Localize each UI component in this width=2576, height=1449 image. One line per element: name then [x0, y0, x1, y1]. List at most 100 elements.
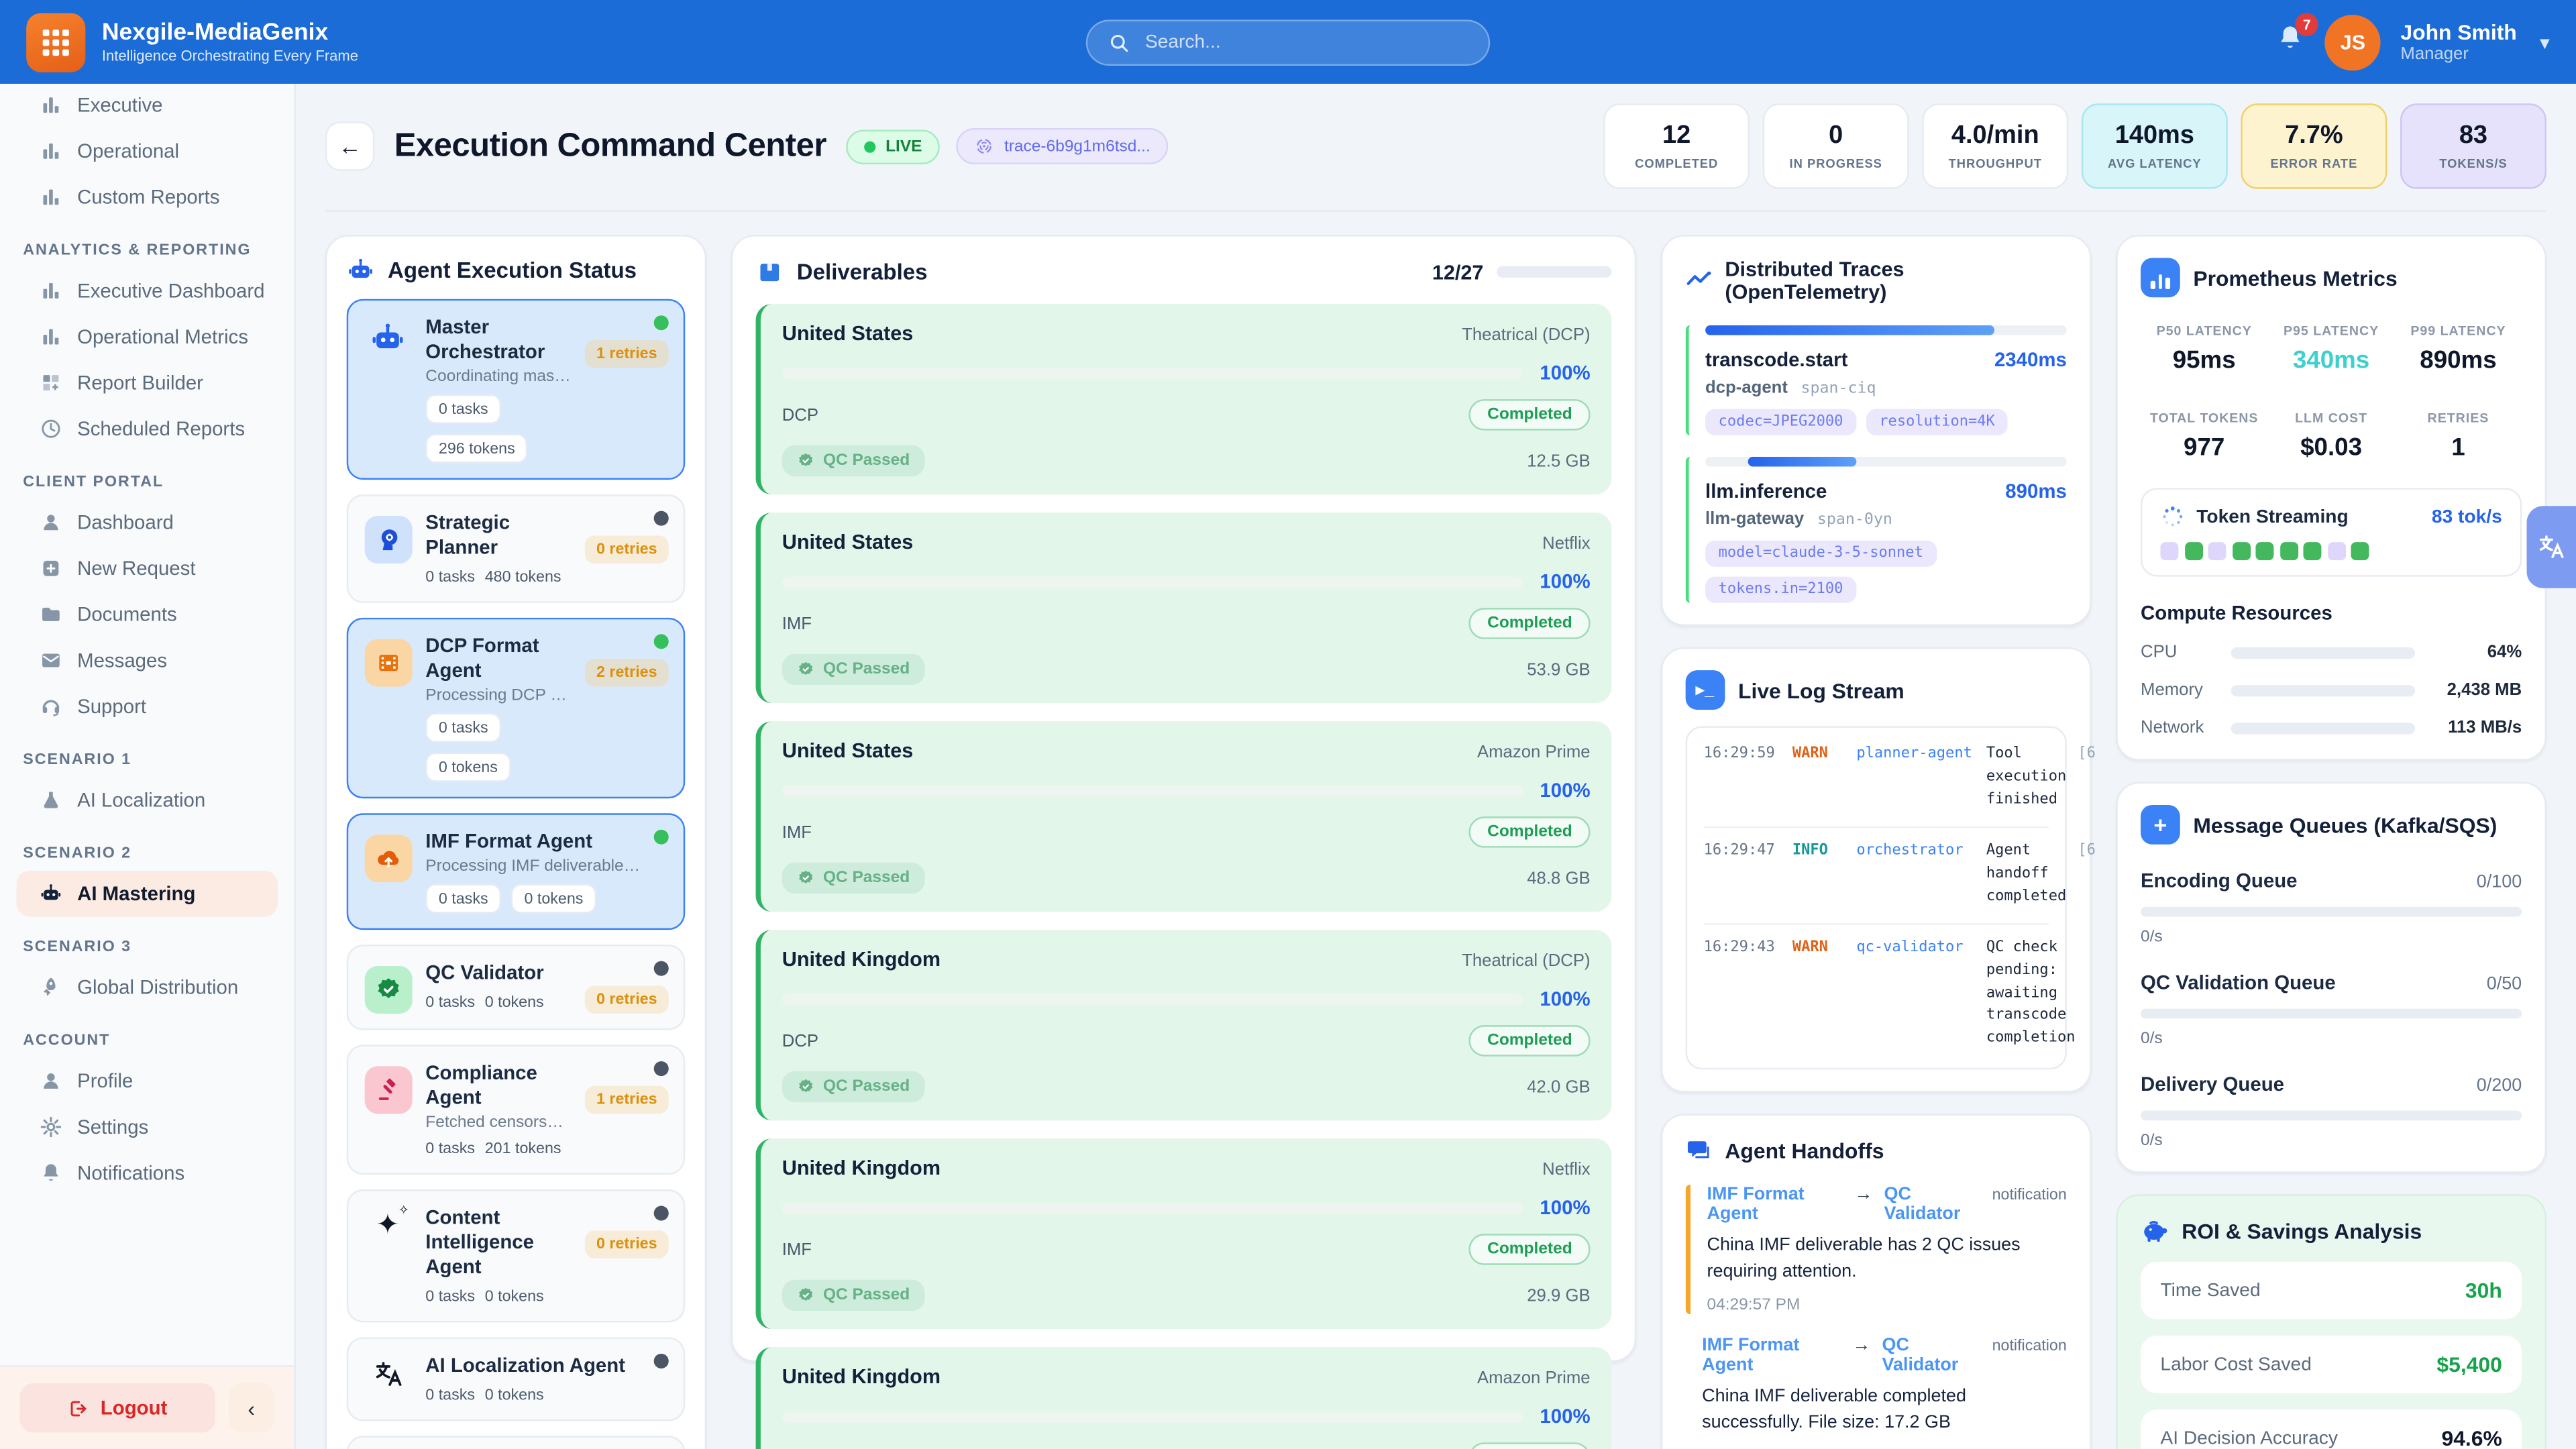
agent-tasks: 0 tasks: [425, 568, 475, 586]
live-dot-icon: [864, 140, 875, 152]
sidebar-item-dashboard[interactable]: Dashboard: [16, 499, 277, 545]
deliverable-card[interactable]: United KingdomAmazon Prime 100% IMFCompl…: [756, 1347, 1612, 1449]
deliverable-size: 53.9 GB: [1527, 659, 1590, 679]
sidebar-item-custom-reports[interactable]: Custom Reports: [16, 174, 277, 221]
robot-icon: [370, 321, 406, 357]
sidebar-item-report-builder[interactable]: Report Builder: [16, 360, 277, 406]
deliverable-region: United Kingdom: [782, 1157, 941, 1179]
sidebar-item-operational-metrics[interactable]: Operational Metrics: [16, 314, 277, 360]
sidebar-item-ai-mastering[interactable]: AI Mastering: [16, 871, 277, 917]
deliverable-card[interactable]: United StatesAmazon Prime 100% IMFComple…: [756, 721, 1612, 912]
log-message: QC check pending: awaiting transcode com…: [1986, 937, 2076, 1052]
log-list[interactable]: 16:29:59 WARN planner-agent Tool executi…: [1686, 726, 2067, 1070]
sidebar-item-operational[interactable]: Operational: [16, 128, 277, 174]
translate-widget[interactable]: [2527, 506, 2576, 588]
deliverable-region: United States: [782, 739, 914, 762]
agent-subtitle: Processing IMF deliverables...: [425, 857, 641, 875]
agent-card-dcp-format[interactable]: DCP Format Agent Processing DCP delivera…: [347, 618, 685, 798]
trace-duration: 2340ms: [1994, 348, 2067, 371]
sidebar-item-scheduled-reports[interactable]: Scheduled Reports: [16, 406, 277, 452]
roi-savings-panel: ROI & Savings Analysis Time Saved30h Lab…: [2116, 1194, 2546, 1449]
sidebar-item-label: Dashboard: [77, 511, 174, 534]
handoff-message: China IMF deliverable has 2 QC issues re…: [1707, 1234, 2066, 1287]
gear-icon: [40, 1116, 62, 1138]
kpi-label: IN PROGRESS: [1790, 156, 1882, 171]
panel-title: Deliverables: [797, 260, 928, 284]
kpi-label: COMPLETED: [1635, 156, 1718, 171]
agent-card-imf-format[interactable]: IMF Format Agent Processing IMF delivera…: [347, 813, 685, 930]
log-level: INFO: [1792, 841, 1845, 909]
agent-tokens: 0 tokens: [485, 1288, 544, 1306]
chevron-down-icon[interactable]: ▾: [2540, 30, 2550, 53]
sidebar-item-messages[interactable]: Messages: [16, 637, 277, 684]
folder-icon: [40, 603, 62, 626]
handoff-to[interactable]: QC Validator: [1882, 1336, 1980, 1375]
back-button[interactable]: ←: [325, 121, 374, 170]
agent-tokens: 480 tokens: [485, 568, 561, 586]
sidebar-collapse-button[interactable]: ‹: [228, 1383, 274, 1432]
sidebar-item-executive[interactable]: Executive: [16, 82, 277, 128]
handoff-from[interactable]: IMF Format Agent: [1707, 1185, 1843, 1224]
kpi-tokens: 83TOKENS/S: [2400, 103, 2546, 189]
sidebar-item-executive-dashboard[interactable]: Executive Dashboard: [16, 268, 277, 314]
handoff-to[interactable]: QC Validator: [1884, 1185, 1981, 1224]
trace-span[interactable]: transcode.start2340ms dcp-agentspan-ciq …: [1686, 325, 2067, 435]
check-seal-icon: [797, 660, 815, 678]
agent-card-dai-fast[interactable]: $ DAI & FAST Agent 0 tasks0 tokens: [347, 1436, 685, 1449]
log-trail: [6: [2078, 744, 2092, 812]
search-icon: [1108, 30, 1130, 53]
avatar[interactable]: JS: [2325, 14, 2381, 70]
compute-row-network: Network 113 MB/s: [2141, 718, 2522, 737]
agent-card-qc-validator[interactable]: QC Validator 0 tasks0 tokens 0 retries: [347, 945, 685, 1030]
agent-subtitle: Fetched censorship rules ...: [425, 1114, 572, 1132]
deliverable-card[interactable]: United StatesTheatrical (DCP) 100% DCPCo…: [756, 304, 1612, 494]
deliverable-card[interactable]: United KingdomTheatrical (DCP) 100% DCPC…: [756, 930, 1612, 1120]
handoff-from[interactable]: IMF Format Agent: [1702, 1336, 1841, 1375]
kpi-row: 12COMPLETED 0IN PROGRESS 4.0/minTHROUGHP…: [1603, 103, 2546, 189]
app-logo-icon[interactable]: [26, 12, 85, 71]
deliverable-progress-bar: [782, 576, 1523, 587]
deliverable-region: United Kingdom: [782, 948, 941, 971]
sidebar-item-label: Support: [77, 695, 146, 718]
terminal-icon: ▸_: [1686, 670, 1725, 710]
sidebar-item-documents[interactable]: Documents: [16, 592, 277, 638]
sidebar-item-new-request[interactable]: New Request: [16, 545, 277, 592]
sidebar-item-support[interactable]: Support: [16, 684, 277, 730]
agent-subtitle: Coordinating mastering a...: [425, 368, 572, 386]
logout-button[interactable]: Logout: [19, 1383, 215, 1432]
search-input[interactable]: [1142, 30, 1468, 53]
cloud-upload-icon: [374, 845, 402, 873]
deliverable-card[interactable]: United StatesNetflix 100% IMFCompleted Q…: [756, 513, 1612, 703]
sidebar-item-label: Executive Dashboard: [77, 279, 264, 302]
trace-span[interactable]: llm.inference890ms llm-gatewayspan-0yn m…: [1686, 457, 2067, 603]
status-badge: Completed: [1469, 608, 1590, 639]
log-agent: planner-agent: [1856, 744, 1974, 812]
kpi-label: TOKENS/S: [2439, 156, 2507, 171]
deliverable-card[interactable]: United KingdomNetflix 100% IMFCompleted …: [756, 1138, 1612, 1329]
sidebar-item-global-distribution[interactable]: Global Distribution: [16, 965, 277, 1011]
queue-bar: [2141, 1009, 2522, 1019]
gavel-icon: [374, 1077, 400, 1103]
deliverable-size: 29.9 GB: [1527, 1285, 1590, 1305]
agent-card-compliance[interactable]: Compliance Agent Fetched censorship rule…: [347, 1045, 685, 1175]
robot-icon: [40, 882, 62, 905]
trace-badge[interactable]: trace-6b9g1m6tsd...: [957, 128, 1169, 164]
sidebar-item-ai-localization[interactable]: AI Localization: [16, 777, 277, 823]
user-block[interactable]: John Smith Manager: [2400, 19, 2516, 65]
agent-card-ai-localization[interactable]: AI Localization Agent 0 tasks0 tokens: [347, 1337, 685, 1421]
queue-item-encoding: Encoding Queue0/100 0/s: [2141, 869, 2522, 947]
sidebar-item-notifications[interactable]: Notifications: [16, 1150, 277, 1196]
handoff-item[interactable]: IMF Format Agent → QC Validator notifica…: [1686, 1185, 2067, 1314]
agent-tasks: 0 tasks: [425, 1288, 475, 1306]
notifications-bell[interactable]: 7: [2275, 23, 2305, 60]
handoff-time: 04:29:57 PM: [1707, 1297, 2066, 1315]
handoff-item[interactable]: IMF Format Agent → QC Validator notifica…: [1686, 1336, 2067, 1449]
sidebar-item-settings[interactable]: Settings: [16, 1104, 277, 1150]
agent-card-content-intelligence[interactable]: ✦✧ Content Intelligence Agent 0 tasks0 t…: [347, 1189, 685, 1322]
agent-card-master-orchestrator[interactable]: Master Orchestrator Coordinating masteri…: [347, 299, 685, 480]
search-bar[interactable]: [1086, 19, 1490, 65]
queue-item-qc-validation: QC Validation Queue0/50 0/s: [2141, 971, 2522, 1048]
agent-tasks: 0 tasks: [425, 713, 501, 743]
sidebar-item-profile[interactable]: Profile: [16, 1058, 277, 1104]
agent-card-strategic-planner[interactable]: Strategic Planner 0 tasks480 tokens 0 re…: [347, 494, 685, 603]
